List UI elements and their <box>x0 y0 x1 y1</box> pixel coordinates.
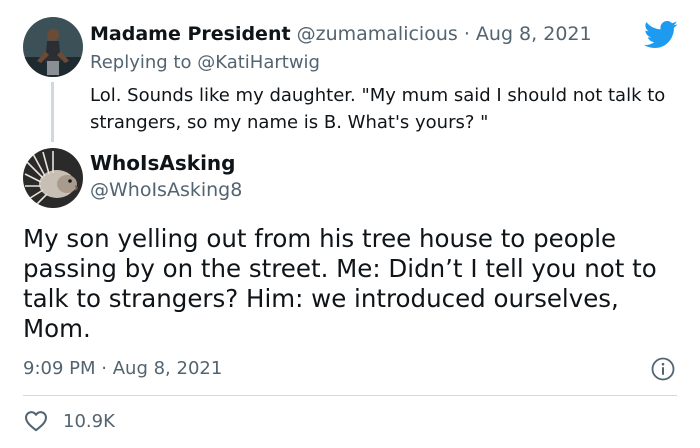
reply-author-avatar[interactable] <box>23 17 83 77</box>
replying-to-prefix: Replying to <box>90 52 192 73</box>
reply-header-separator: · <box>463 23 470 45</box>
twitter-bird-icon <box>644 20 678 49</box>
replying-to-line: Replying to @KatiHartwig <box>90 50 320 76</box>
heart-icon[interactable] <box>23 408 49 434</box>
reply-tweet-text: Lol. Sounds like my daughter. "My mum sa… <box>90 85 666 133</box>
tweet-divider <box>23 395 677 396</box>
thread-connector-line <box>51 82 54 142</box>
like-count: 10.9K <box>63 410 115 432</box>
main-tweet-timestamp[interactable]: 9:09 PM · Aug 8, 2021 <box>23 356 222 382</box>
main-author-name[interactable]: WhoIsAsking <box>90 150 235 177</box>
replying-to-handle[interactable]: @KatiHartwig <box>197 52 320 73</box>
timestamp-separator: · <box>101 358 107 379</box>
reply-author-handle[interactable]: @zumamalicious <box>297 23 458 45</box>
main-tweet-date[interactable]: Aug 8, 2021 <box>113 358 223 379</box>
like-button[interactable]: 10.9K <box>23 407 115 435</box>
main-author-avatar[interactable] <box>23 148 83 208</box>
main-tweet-time[interactable]: 9:09 PM <box>23 358 96 379</box>
reply-author-name[interactable]: Madame President <box>90 23 291 45</box>
reply-tweet-header: Madame President @zumamalicious · Aug 8,… <box>90 21 592 47</box>
main-author-handle[interactable]: @WhoIsAsking8 <box>90 177 242 204</box>
main-tweet-text: My son yelling out from his tree house t… <box>23 224 657 343</box>
info-icon[interactable] <box>651 357 675 381</box>
reply-tweet-date[interactable]: Aug 8, 2021 <box>476 23 592 45</box>
